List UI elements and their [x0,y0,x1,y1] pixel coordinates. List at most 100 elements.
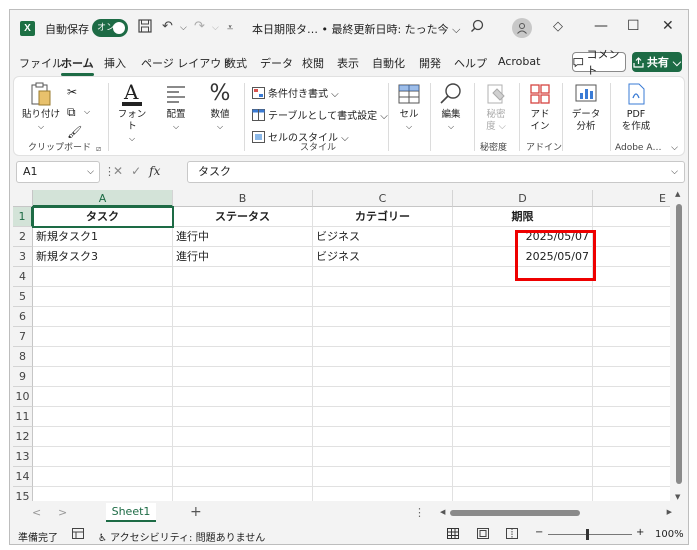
comment-button[interactable]: コメント [572,48,626,77]
cell-a3[interactable]: 新規タスク3 [33,247,173,267]
empty-cell[interactable] [173,467,313,487]
row-header-1[interactable]: 1 [13,207,33,227]
format-painter-icon[interactable]: 🖌 [67,125,82,139]
column-header-e[interactable]: E [593,190,670,207]
empty-cell[interactable] [453,307,593,327]
empty-cell[interactable] [313,287,453,307]
empty-cell[interactable] [593,367,670,387]
editing-button[interactable]: 編集 ⌵ [434,81,468,133]
empty-cell[interactable] [453,347,593,367]
tab-acrobat[interactable]: Acrobat [498,55,540,68]
addins-button[interactable]: アド イン [522,81,558,133]
redo-icon[interactable]: ↷ [194,19,205,34]
empty-cell[interactable] [593,327,670,347]
row-header-4[interactable]: 4 [13,267,33,287]
autosave-toggle[interactable]: オン [92,19,128,37]
empty-cell[interactable] [313,327,453,347]
empty-cell[interactable] [313,487,453,501]
tab-home[interactable]: ホーム [61,55,94,76]
empty-cell[interactable] [313,307,453,327]
next-sheet-icon[interactable]: > [58,506,67,519]
create-pdf-button[interactable]: PDF を作成 [614,81,658,133]
name-box-dropdown-icon[interactable]: ⌵ [87,162,94,182]
empty-cell[interactable] [33,327,173,347]
empty-cell[interactable] [173,447,313,467]
save-icon[interactable] [138,19,152,37]
empty-cell[interactable] [593,247,670,267]
cell-b2[interactable]: 進行中 [173,227,313,247]
sensitivity-button[interactable]: 秘密 度 ⌵ [478,81,514,133]
row-header-12[interactable]: 12 [13,427,33,447]
redo-dropdown-icon[interactable]: ⌵ [212,23,219,33]
scroll-up-icon[interactable]: ▲ [675,190,680,198]
column-header-c[interactable]: C [313,190,453,207]
maximize-icon[interactable]: ☐ [627,18,640,34]
page-break-view-icon[interactable] [506,528,518,542]
row-header-7[interactable]: 7 [13,327,33,347]
empty-cell[interactable] [453,467,593,487]
empty-cell[interactable] [33,267,173,287]
insert-function-icon[interactable]: fx [149,164,160,178]
empty-cell[interactable] [593,407,670,427]
empty-cell[interactable] [313,467,453,487]
spreadsheet-grid[interactable]: A B C D E 1 2 3 4 5 6 7 8 9 10 11 12 13 … [13,190,670,501]
analyze-data-button[interactable]: データ 分析 [566,81,606,133]
undo-icon[interactable]: ↶ [162,19,173,34]
empty-cell[interactable] [593,427,670,447]
empty-cell[interactable] [313,427,453,447]
cell-c3[interactable]: ビジネス [313,247,453,267]
table-format-button[interactable]: テーブルとして書式設定 ⌵ [252,107,388,122]
select-all-corner[interactable] [13,190,33,207]
number-button[interactable]: % 数値 ⌵ [204,81,236,133]
empty-cell[interactable] [173,407,313,427]
cell-b3[interactable]: 進行中 [173,247,313,267]
row-header-3[interactable]: 3 [13,247,33,267]
tab-automate[interactable]: 自動化 [372,55,405,71]
empty-cell[interactable] [33,487,173,501]
vertical-scrollbar[interactable]: ▲ ▼ [674,190,684,501]
tab-data[interactable]: データ [260,55,293,71]
accessibility-status[interactable]: ♿ アクセシビリティ: 問題ありません [98,529,265,544]
column-header-b[interactable]: B [173,190,313,207]
document-title[interactable]: 本日期限タ… • 最終更新日時: たった今 ⌵ [252,21,461,37]
formula-input[interactable]: タスク ⌵ [187,161,685,183]
macro-record-icon[interactable] [72,528,84,542]
empty-cell[interactable] [33,287,173,307]
row-header-10[interactable]: 10 [13,387,33,407]
empty-cell[interactable] [33,447,173,467]
empty-cell[interactable] [173,307,313,327]
column-header-d[interactable]: D [453,190,593,207]
empty-cell[interactable] [313,367,453,387]
empty-cell[interactable] [453,407,593,427]
minimize-icon[interactable]: — [594,18,608,34]
scroll-right-icon[interactable]: ▶ [667,508,672,516]
enter-icon[interactable]: ✓ [131,164,141,178]
row-header-6[interactable]: 6 [13,307,33,327]
empty-cell[interactable] [453,387,593,407]
empty-cell[interactable] [173,347,313,367]
diamond-icon[interactable]: ◇ [553,19,563,34]
column-header-a[interactable]: A [33,190,173,207]
empty-cell[interactable] [313,267,453,287]
empty-cell[interactable] [313,447,453,467]
formula-expand-icon[interactable]: ⌵ [671,162,678,182]
undo-dropdown-icon[interactable]: ⌵ [180,23,187,33]
tab-review[interactable]: 校閲 [302,55,324,71]
avatar-icon[interactable] [512,18,532,38]
empty-cell[interactable] [593,267,670,287]
close-icon[interactable]: ✕ [662,18,674,34]
paste-button[interactable]: 貼り付け ⌵ [22,81,60,133]
name-box[interactable]: A1 ⌵ [16,161,100,183]
tab-formulas[interactable]: 数式 [225,55,247,71]
empty-cell[interactable] [593,227,670,247]
row-header-14[interactable]: 14 [13,467,33,487]
empty-cell[interactable] [593,207,670,227]
page-layout-view-icon[interactable] [477,528,489,542]
tab-file[interactable]: ファイル [19,55,63,71]
add-sheet-icon[interactable]: + [190,504,202,520]
cut-icon[interactable]: ✂ [67,85,77,99]
empty-cell[interactable] [173,367,313,387]
empty-cell[interactable] [33,387,173,407]
zoom-slider-knob[interactable] [586,529,589,540]
empty-cell[interactable] [453,447,593,467]
